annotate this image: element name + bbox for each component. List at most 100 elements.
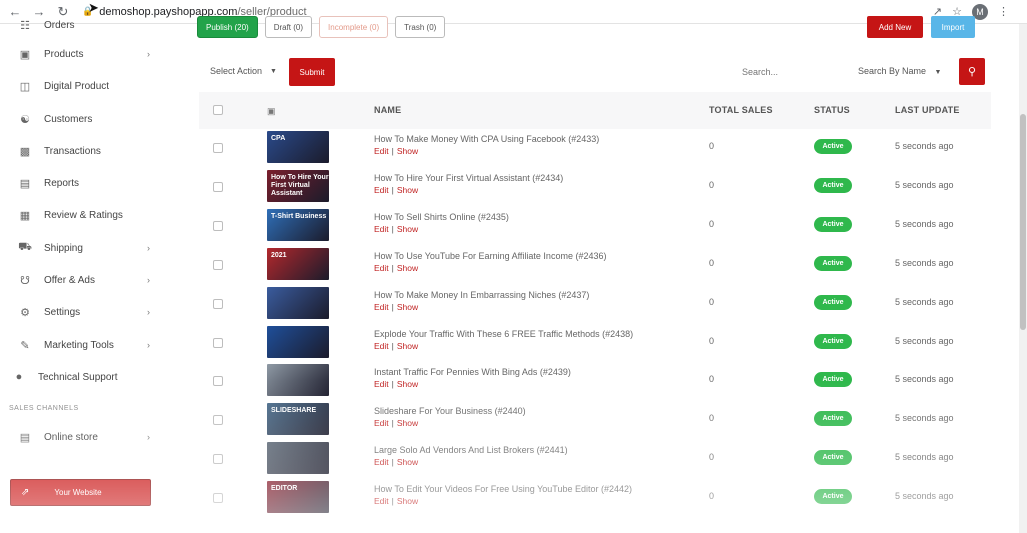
status-badge[interactable]: Active [814, 177, 852, 193]
sidebar-item-label: Online store [44, 431, 98, 443]
sidebar-item-online-store[interactable]: ▤ Online store › [18, 427, 158, 447]
sidebar: ☷ Orders ▣ Products › ◫ Digital Product … [0, 20, 165, 533]
sidebar-item-label: Orders [44, 19, 75, 31]
sidebar-item-products[interactable]: ▣ Products › [18, 44, 158, 64]
import-button[interactable]: Import [931, 16, 975, 38]
edit-link[interactable]: Edit [374, 418, 389, 428]
edit-link[interactable]: Edit [374, 302, 389, 312]
sidebar-item-orders[interactable]: ☷ Orders [18, 15, 158, 35]
status-badge[interactable]: Active [814, 489, 852, 505]
show-link[interactable]: Show [397, 418, 418, 428]
product-name[interactable]: Slideshare For Your Business (#2440) [374, 406, 526, 416]
scrollbar-thumb[interactable] [1020, 114, 1026, 330]
total-sales-value: 0 [709, 491, 715, 502]
status-badge[interactable]: Active [814, 411, 852, 427]
scrollbar[interactable] [1019, 24, 1027, 533]
sidebar-item-reports[interactable]: ▤ Reports [18, 173, 158, 193]
header-total-sales[interactable]: TOTAL SALES [709, 105, 773, 115]
status-badge[interactable]: Active [814, 216, 852, 232]
show-link[interactable]: Show [397, 496, 418, 506]
search-icon: ⚲ [967, 66, 977, 78]
product-name[interactable]: How To Make Money In Embarrassing Niches… [374, 290, 589, 300]
row-checkbox[interactable] [213, 220, 223, 231]
row-checkbox[interactable] [213, 181, 223, 192]
select-all-checkbox[interactable] [213, 105, 223, 115]
tab-incomplete[interactable]: Incomplete (0) [319, 16, 389, 38]
product-name[interactable]: Instant Traffic For Pennies With Bing Ad… [374, 367, 571, 377]
row-checkbox[interactable] [213, 298, 223, 309]
edit-link[interactable]: Edit [374, 379, 389, 389]
product-thumbnail: 2021 [267, 247, 329, 280]
external-link-icon: ⇗ [21, 487, 30, 498]
edit-link[interactable]: Edit [374, 146, 389, 156]
link-separator: | [391, 184, 394, 195]
submit-button[interactable]: Submit [289, 58, 335, 86]
sidebar-item-shipping[interactable]: ⛟ Shipping › [18, 238, 158, 258]
show-link[interactable]: Show [397, 146, 418, 156]
product-name[interactable]: Explode Your Traffic With These 6 FREE T… [374, 329, 633, 339]
bulk-action-select[interactable]: Select Action ▼ [210, 66, 277, 76]
row-checkbox[interactable] [213, 143, 223, 153]
product-name[interactable]: Large Solo Ad Vendors And List Brokers (… [374, 445, 568, 455]
sidebar-item-technical-support[interactable]: ● Technical Support [12, 367, 152, 387]
status-badge[interactable]: Active [814, 450, 852, 466]
your-website-button[interactable]: ⇗ Your Website [10, 479, 151, 506]
edit-link[interactable]: Edit [374, 341, 389, 351]
link-separator: | [391, 262, 394, 273]
status-badge[interactable]: Active [814, 372, 852, 388]
search-by-label: Search By Name [858, 66, 927, 76]
edit-link[interactable]: Edit [374, 496, 389, 506]
show-link[interactable]: Show [397, 263, 418, 273]
search-by-select[interactable]: Search By Name ▼ [858, 66, 941, 76]
row-checkbox[interactable] [213, 376, 223, 387]
show-link[interactable]: Show [397, 224, 418, 234]
show-link[interactable]: Show [397, 185, 418, 195]
header-name[interactable]: NAME [374, 105, 401, 115]
row-checkbox[interactable] [213, 259, 223, 270]
product-name[interactable]: How To Make Money With CPA Using Faceboo… [374, 134, 599, 144]
row-checkbox[interactable] [213, 415, 223, 426]
header-last-update[interactable]: LAST UPDATE [895, 105, 960, 115]
product-name[interactable]: How To Sell Shirts Online (#2435) [374, 212, 509, 222]
status-badge[interactable]: Active [814, 294, 852, 310]
show-link[interactable]: Show [397, 302, 418, 312]
link-separator: | [391, 418, 394, 429]
table-row: CPA How To Make Money With CPA Using Face… [199, 129, 991, 168]
link-separator: | [391, 146, 394, 156]
edit-link[interactable]: Edit [374, 224, 389, 234]
product-name[interactable]: How To Use YouTube For Earning Affiliate… [374, 251, 606, 261]
tab-draft[interactable]: Draft (0) [264, 16, 313, 38]
row-actions: Edit | Show [374, 379, 418, 389]
show-link[interactable]: Show [397, 341, 418, 351]
row-checkbox[interactable] [213, 454, 223, 465]
edit-link[interactable]: Edit [374, 263, 389, 273]
tab-trash[interactable]: Trash (0) [395, 16, 446, 38]
status-badge[interactable]: Active [814, 333, 852, 349]
table-header: NAME TOTAL SALES STATUS LAST UPDATE [199, 92, 991, 129]
sidebar-item-review-ratings[interactable]: ▦ Review & Ratings [18, 205, 158, 225]
status-badge[interactable]: Active [814, 139, 852, 154]
edit-link[interactable]: Edit [374, 185, 389, 195]
show-link[interactable]: Show [397, 379, 418, 389]
row-checkbox[interactable] [213, 493, 223, 504]
menu-dots-icon[interactable]: ⋮ [998, 5, 1009, 18]
search-button[interactable]: ⚲ [959, 58, 985, 85]
sidebar-item-digital-product[interactable]: ◫ Digital Product [18, 76, 158, 96]
sidebar-item-offer-ads[interactable]: ☋ Offer & Ads › [18, 270, 158, 290]
status-badge[interactable]: Active [814, 255, 852, 271]
header-status[interactable]: STATUS [814, 105, 850, 115]
customers-icon: ☯ [20, 113, 30, 126]
sidebar-item-customers[interactable]: ☯ Customers [18, 109, 158, 129]
row-checkbox[interactable] [213, 337, 223, 348]
add-new-button[interactable]: Add New [867, 16, 923, 38]
edit-link[interactable]: Edit [374, 457, 389, 467]
tab-publish[interactable]: Publish (20) [197, 16, 258, 38]
sidebar-item-settings[interactable]: ⚙ Settings › [18, 302, 158, 322]
show-link[interactable]: Show [397, 457, 418, 467]
sidebar-item-transactions[interactable]: ▩ Transactions [18, 141, 158, 161]
search-input[interactable] [735, 60, 850, 84]
row-actions: Edit | Show [374, 418, 418, 428]
product-name[interactable]: How To Edit Your Videos For Free Using Y… [374, 484, 632, 494]
sidebar-item-marketing-tools[interactable]: ✎ Marketing Tools › [18, 335, 158, 355]
product-name[interactable]: How To Hire Your First Virtual Assistant… [374, 173, 563, 183]
